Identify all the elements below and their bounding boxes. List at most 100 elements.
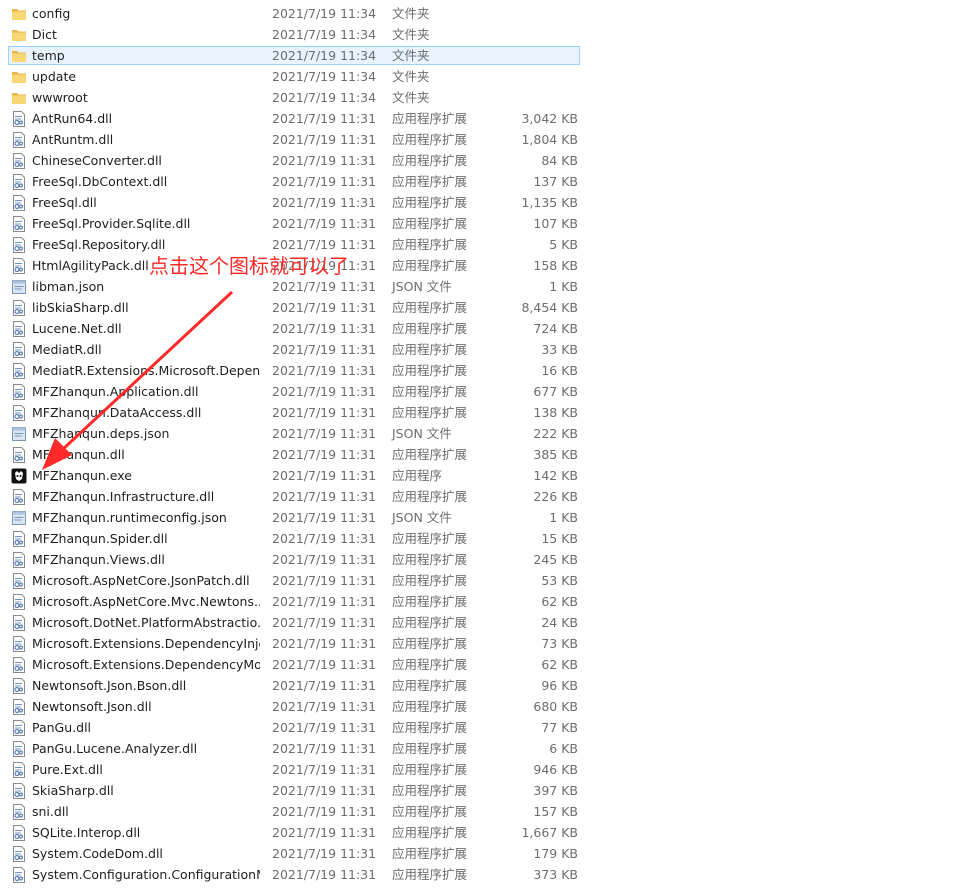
file-modified-date: 2021/7/19 11:31 xyxy=(272,279,377,294)
file-row[interactable]: MFZhanqun.deps.json 2021/7/19 11:31 JSON 文… xyxy=(0,423,973,444)
file-row[interactable]: MFZhanqun.Spider.dll 2021/7/19 11:31 应用程序扩… xyxy=(0,528,973,549)
file-modified-date: 2021/7/19 11:31 xyxy=(272,846,377,861)
file-name[interactable]: MFZhanqun.Spider.dll xyxy=(32,528,260,549)
file-size: 138 KB xyxy=(533,405,578,420)
file-row[interactable]: Microsoft.Extensions.DependencyMo... 2021… xyxy=(0,654,973,675)
file-row[interactable]: libman.json 2021/7/19 11:31 JSON 文件 1 KB xyxy=(0,276,973,297)
file-name[interactable]: update xyxy=(32,66,260,87)
file-row[interactable]: MediatR.Extensions.Microsoft.Depen... 202… xyxy=(0,360,973,381)
file-name[interactable]: Pure.Ext.dll xyxy=(32,759,260,780)
file-size: 179 KB xyxy=(533,846,578,861)
file-row[interactable]: FreeSql.Provider.Sqlite.dll 2021/7/19 11:… xyxy=(0,213,973,234)
file-row[interactable]: MFZhanqun.runtimeconfig.json 2021/7/19 11… xyxy=(0,507,973,528)
file-row[interactable]: Dict 2021/7/19 11:34 文件夹 xyxy=(0,24,973,45)
file-modified-date: 2021/7/19 11:31 xyxy=(272,111,377,126)
file-name[interactable]: ChineseConverter.dll xyxy=(32,150,260,171)
file-name[interactable]: MFZhanqun.exe xyxy=(32,465,260,486)
file-row[interactable]: Microsoft.AspNetCore.JsonPatch.dll 2021/7… xyxy=(0,570,973,591)
file-name[interactable]: MFZhanqun.dll xyxy=(32,444,260,465)
file-row[interactable]: Microsoft.DotNet.PlatformAbstractio... 20… xyxy=(0,612,973,633)
file-row[interactable]: wwwroot 2021/7/19 11:34 文件夹 xyxy=(0,87,973,108)
file-name[interactable]: MediatR.Extensions.Microsoft.Depen... xyxy=(32,360,260,381)
file-name[interactable]: MediatR.dll xyxy=(32,339,260,360)
file-row[interactable]: FreeSql.DbContext.dll 2021/7/19 11:31 应用程序… xyxy=(0,171,973,192)
file-name[interactable]: config xyxy=(32,3,260,24)
file-row[interactable]: SkiaSharp.dll 2021/7/19 11:31 应用程序扩展 397 KB xyxy=(0,780,973,801)
file-type: 文件夹 xyxy=(392,27,430,42)
file-name[interactable]: temp xyxy=(32,45,260,66)
file-row[interactable]: System.Configuration.ConfigurationM... 20… xyxy=(0,864,973,885)
file-row[interactable]: Microsoft.Extensions.DependencyInje... 20… xyxy=(0,633,973,654)
file-row[interactable]: MFZhanqun.exe 2021/7/19 11:31 应用程序 142 KB xyxy=(0,465,973,486)
file-name[interactable]: MFZhanqun.runtimeconfig.json xyxy=(32,507,260,528)
file-row[interactable]: MFZhanqun.Application.dll 2021/7/19 11:31… xyxy=(0,381,973,402)
file-row[interactable]: Newtonsoft.Json.Bson.dll 2021/7/19 11:31 应… xyxy=(0,675,973,696)
file-name[interactable]: libman.json xyxy=(32,276,260,297)
file-row[interactable]: FreeSql.dll 2021/7/19 11:31 应用程序扩展 1,135 KB xyxy=(0,192,973,213)
file-row[interactable]: MFZhanqun.Views.dll 2021/7/19 11:31 应用程序扩展… xyxy=(0,549,973,570)
file-row[interactable]: FreeSql.Repository.dll 2021/7/19 11:31 应用程… xyxy=(0,234,973,255)
file-row[interactable]: MediatR.dll 2021/7/19 11:31 应用程序扩展 33 KB xyxy=(0,339,973,360)
file-size: 1 KB xyxy=(549,279,578,294)
file-type: 应用程序扩展 xyxy=(392,636,468,651)
file-modified-date: 2021/7/19 11:34 xyxy=(272,27,377,42)
file-row[interactable]: MFZhanqun.Infrastructure.dll 2021/7/19 11… xyxy=(0,486,973,507)
file-name[interactable]: MFZhanqun.Infrastructure.dll xyxy=(32,486,260,507)
file-size: 157 KB xyxy=(533,804,578,819)
file-type: 应用程序 xyxy=(392,468,443,483)
file-name[interactable]: AntRun64.dll xyxy=(32,108,260,129)
file-row[interactable]: libSkiaSharp.dll 2021/7/19 11:31 应用程序扩展 8,4… xyxy=(0,297,973,318)
file-row[interactable]: PanGu.dll 2021/7/19 11:31 应用程序扩展 77 KB xyxy=(0,717,973,738)
file-name[interactable]: libSkiaSharp.dll xyxy=(32,297,260,318)
file-row[interactable]: AntRun64.dll 2021/7/19 11:31 应用程序扩展 3,042 K… xyxy=(0,108,973,129)
file-row[interactable]: Lucene.Net.dll 2021/7/19 11:31 应用程序扩展 724 K… xyxy=(0,318,973,339)
file-size: 73 KB xyxy=(541,636,578,651)
file-row[interactable]: SQLite.Interop.dll 2021/7/19 11:31 应用程序扩展 1… xyxy=(0,822,973,843)
file-name[interactable]: Newtonsoft.Json.Bson.dll xyxy=(32,675,260,696)
file-type: 应用程序扩展 xyxy=(392,741,468,756)
file-name[interactable]: AntRuntm.dll xyxy=(32,129,260,150)
file-row[interactable]: update 2021/7/19 11:34 文件夹 xyxy=(0,66,973,87)
file-name[interactable]: Microsoft.Extensions.DependencyMo... xyxy=(32,654,260,675)
file-name[interactable]: MFZhanqun.DataAccess.dll xyxy=(32,402,260,423)
file-name[interactable]: sni.dll xyxy=(32,801,260,822)
file-type: 应用程序扩展 xyxy=(392,237,468,252)
file-row[interactable]: Pure.Ext.dll 2021/7/19 11:31 应用程序扩展 946 KB xyxy=(0,759,973,780)
file-name[interactable]: wwwroot xyxy=(32,87,260,108)
file-row[interactable]: sni.dll 2021/7/19 11:31 应用程序扩展 157 KB xyxy=(0,801,973,822)
file-row[interactable]: MFZhanqun.dll 2021/7/19 11:31 应用程序扩展 385 KB xyxy=(0,444,973,465)
file-row[interactable]: AntRuntm.dll 2021/7/19 11:31 应用程序扩展 1,804 K… xyxy=(0,129,973,150)
file-row[interactable]: temp 2021/7/19 11:34 文件夹 xyxy=(0,45,973,66)
file-name[interactable]: FreeSql.Provider.Sqlite.dll xyxy=(32,213,260,234)
file-name[interactable]: Lucene.Net.dll xyxy=(32,318,260,339)
file-type: 应用程序扩展 xyxy=(392,825,468,840)
file-row[interactable]: MFZhanqun.DataAccess.dll 2021/7/19 11:31 应… xyxy=(0,402,973,423)
file-row[interactable]: Microsoft.AspNetCore.Mvc.Newtons... 2021/… xyxy=(0,591,973,612)
file-row[interactable]: PanGu.Lucene.Analyzer.dll 2021/7/19 11:31… xyxy=(0,738,973,759)
file-name[interactable]: MFZhanqun.deps.json xyxy=(32,423,260,444)
file-name[interactable]: SQLite.Interop.dll xyxy=(32,822,260,843)
file-row[interactable]: config 2021/7/19 11:34 文件夹 xyxy=(0,3,973,24)
file-size: 3,042 KB xyxy=(521,111,578,126)
file-row[interactable]: HtmlAgilityPack.dll 2021/7/19 11:31 应用程序扩展… xyxy=(0,255,973,276)
file-name[interactable]: Microsoft.DotNet.PlatformAbstractio... xyxy=(32,612,260,633)
file-row[interactable]: System.CodeDom.dll 2021/7/19 11:31 应用程序扩展 1… xyxy=(0,843,973,864)
file-name[interactable]: Microsoft.AspNetCore.JsonPatch.dll xyxy=(32,570,260,591)
file-name[interactable]: FreeSql.dll xyxy=(32,192,260,213)
file-name[interactable]: Newtonsoft.Json.dll xyxy=(32,696,260,717)
file-name[interactable]: PanGu.dll xyxy=(32,717,260,738)
file-row[interactable]: Newtonsoft.Json.dll 2021/7/19 11:31 应用程序扩展… xyxy=(0,696,973,717)
file-row[interactable]: ChineseConverter.dll 2021/7/19 11:31 应用程序扩… xyxy=(0,150,973,171)
file-name[interactable]: MFZhanqun.Application.dll xyxy=(32,381,260,402)
file-name[interactable]: System.CodeDom.dll xyxy=(32,843,260,864)
file-name[interactable]: PanGu.Lucene.Analyzer.dll xyxy=(32,738,260,759)
file-type: 文件夹 xyxy=(392,69,430,84)
file-modified-date: 2021/7/19 11:31 xyxy=(272,426,377,441)
file-name[interactable]: Microsoft.Extensions.DependencyInje... xyxy=(32,633,260,654)
file-name[interactable]: Dict xyxy=(32,24,260,45)
file-name[interactable]: FreeSql.DbContext.dll xyxy=(32,171,260,192)
file-name[interactable]: MFZhanqun.Views.dll xyxy=(32,549,260,570)
file-name[interactable]: Microsoft.AspNetCore.Mvc.Newtons... xyxy=(32,591,260,612)
file-name[interactable]: SkiaSharp.dll xyxy=(32,780,260,801)
file-name[interactable]: System.Configuration.ConfigurationM... xyxy=(32,864,260,885)
